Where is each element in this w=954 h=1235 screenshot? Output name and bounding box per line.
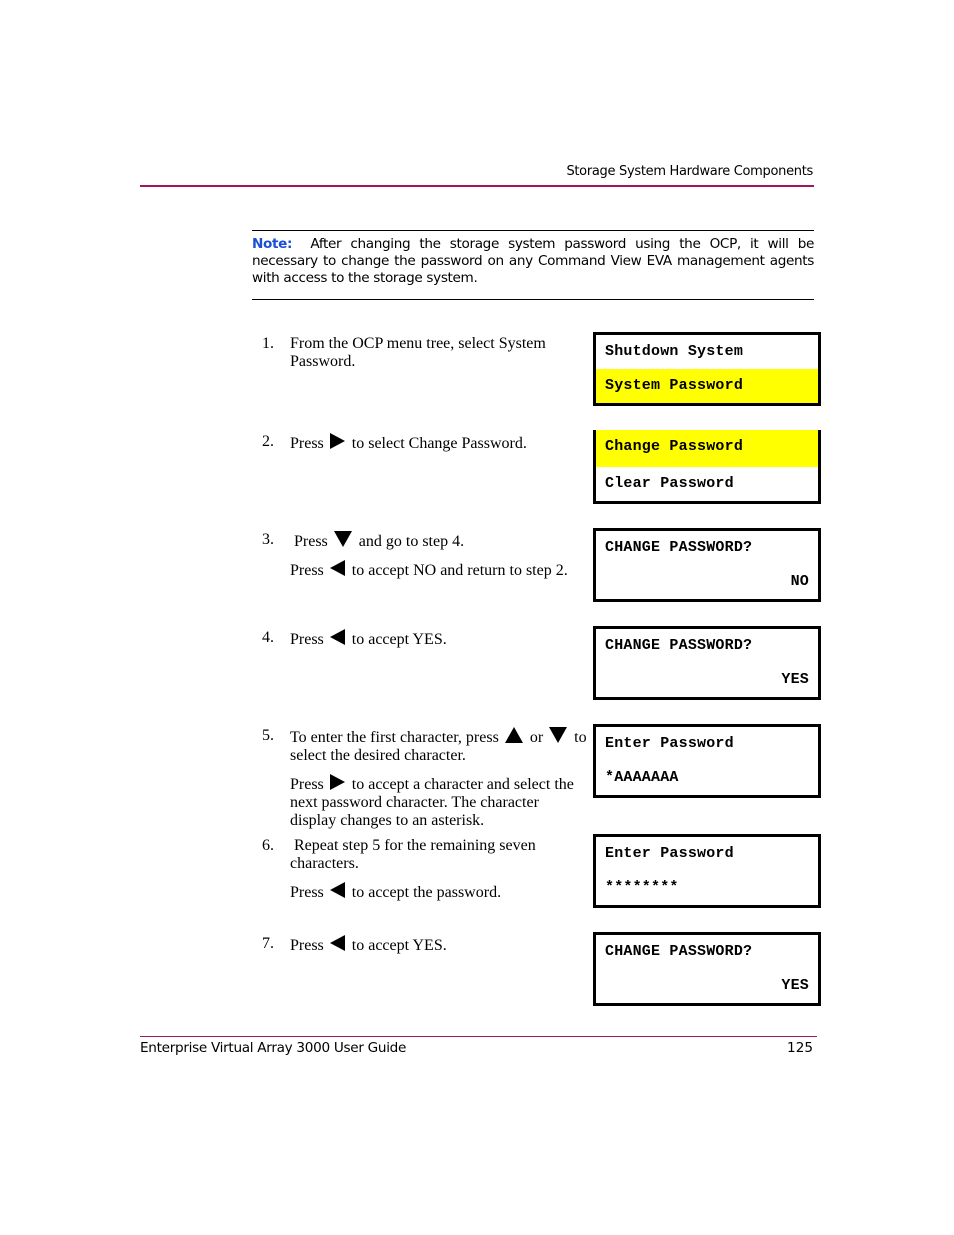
step-text: to accept YES.: [351, 937, 447, 954]
display-line-1: Enter Password: [605, 845, 734, 862]
left-arrow-button-icon: [329, 560, 345, 576]
step-text: to accept YES.: [351, 631, 447, 648]
ocp-display-5: Enter Password *AAAAAAA: [593, 724, 821, 798]
display-line-1: Enter Password: [605, 735, 734, 752]
footer-title: Enterprise Virtual Array 3000 User Guide: [140, 1040, 407, 1056]
step-text: Press: [294, 533, 328, 550]
display-line-2: ********: [605, 879, 679, 896]
ocp-display-7: CHANGE PASSWORD? YES: [593, 932, 821, 1006]
step-text: to accept the password.: [351, 884, 502, 901]
display-line-2: YES: [781, 977, 809, 994]
step-text: Press: [290, 631, 324, 648]
note-text: Note: After changing the storage system …: [252, 236, 814, 287]
step-text: and go to step 4.: [358, 533, 465, 550]
ocp-display-6: Enter Password ********: [593, 834, 821, 908]
step-text: To enter the first character, press: [290, 729, 499, 746]
step-number: 6.: [262, 837, 274, 854]
left-arrow-button-icon: [329, 882, 345, 898]
step-number: 7.: [262, 935, 274, 952]
step-number: 3.: [262, 531, 274, 548]
ocp-display-1: Shutdown System System Password: [593, 332, 821, 406]
step-number: 1.: [262, 335, 274, 352]
display-line-1: CHANGE PASSWORD?: [605, 539, 753, 556]
ocp-display-2: Change Password Clear Password: [593, 430, 821, 504]
step-text: From the OCP menu tree, select System Pa…: [290, 335, 546, 370]
right-arrow-button-icon: [329, 433, 345, 449]
left-arrow-button-icon: [329, 935, 345, 951]
ocp-display-4: CHANGE PASSWORD? YES: [593, 626, 821, 700]
step-text: to select Change Password.: [351, 435, 527, 452]
display-line-2: NO: [790, 573, 809, 590]
display-line-1: CHANGE PASSWORD?: [605, 943, 753, 960]
display-line-2: *AAAAAAA: [605, 769, 679, 786]
down-arrow-button-icon: [333, 531, 352, 547]
display-line-2-highlighted: System Password: [596, 369, 818, 403]
step-text: Press: [290, 776, 324, 793]
header-title: Storage System Hardware Components: [566, 164, 813, 179]
step-text: or: [529, 729, 544, 746]
step-text: to accept NO and return to step 2.: [351, 562, 568, 579]
header-rule: [140, 185, 814, 187]
step-number: 2.: [262, 433, 274, 450]
step-text: Repeat step 5 for the remaining seven ch…: [290, 837, 536, 872]
display-line-1: Shutdown System: [605, 343, 744, 360]
page-number: 125: [787, 1040, 813, 1056]
step-number: 5.: [262, 727, 274, 744]
left-arrow-button-icon: [329, 629, 345, 645]
step-text: Press: [290, 937, 324, 954]
step-text: Press: [290, 435, 324, 452]
step-text: Press: [290, 884, 324, 901]
step-text: Press: [290, 562, 324, 579]
note-body: After changing the storage system passwo…: [252, 236, 814, 286]
display-line-2: YES: [781, 671, 809, 688]
footer-rule: [140, 1036, 817, 1037]
up-arrow-button-icon: [504, 727, 523, 743]
note-rule-bottom: [252, 299, 814, 300]
ocp-display-3: CHANGE PASSWORD? NO: [593, 528, 821, 602]
down-arrow-button-icon: [549, 727, 568, 743]
display-line-2: Clear Password: [605, 475, 734, 492]
note-label: Note:: [252, 236, 293, 252]
display-line-1-highlighted: Change Password: [596, 430, 818, 467]
note-rule-top: [252, 230, 814, 231]
step-number: 4.: [262, 629, 274, 646]
right-arrow-button-icon: [329, 774, 345, 790]
display-line-1: CHANGE PASSWORD?: [605, 637, 753, 654]
